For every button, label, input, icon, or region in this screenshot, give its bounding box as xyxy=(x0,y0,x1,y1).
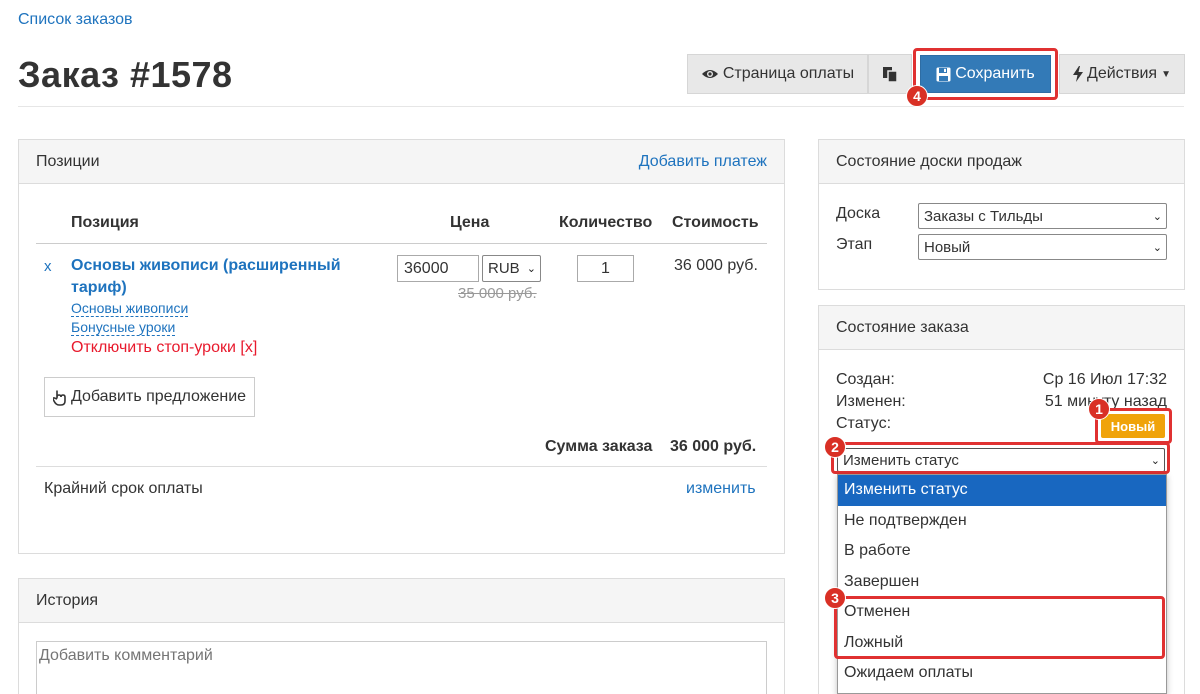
caret-down-icon: ▼ xyxy=(1161,68,1171,80)
marker-3: 3 xyxy=(824,587,846,609)
payment-deadline-label: Крайний срок оплаты xyxy=(44,480,203,497)
positions-panel-header: Позиции Добавить платеж xyxy=(19,140,784,184)
created-value: Ср 16 Июл 17:32 xyxy=(1042,371,1167,388)
currency-select[interactable]: RUB ⌄ xyxy=(482,255,541,282)
highlight-save xyxy=(913,48,1058,100)
marker-1: 1 xyxy=(1088,398,1110,420)
board-select[interactable]: Заказы с Тильды ⌄ xyxy=(918,203,1167,229)
highlight-status-select xyxy=(831,442,1170,474)
status-option[interactable]: Завершен xyxy=(838,567,1166,598)
stage-select[interactable]: Новый ⌄ xyxy=(918,234,1167,260)
highlight-cancel-options xyxy=(834,596,1165,659)
sum-divider xyxy=(36,466,767,467)
quantity-input[interactable]: 1 xyxy=(577,255,634,282)
status-label: Статус: xyxy=(836,415,892,432)
disable-stop-lessons-label: Отключить стоп-уроки xyxy=(71,339,236,356)
board-label: Доска xyxy=(836,205,881,222)
actions-label: Действия xyxy=(1086,65,1158,82)
remove-item-button[interactable]: x xyxy=(44,258,52,275)
item-sublink-basics[interactable]: Основы живописи xyxy=(71,300,189,317)
created-label: Создан: xyxy=(836,371,895,388)
item-name-link[interactable]: Основы живописи (расширенный тариф) xyxy=(71,255,361,299)
positions-title: Позиции xyxy=(36,152,100,170)
disable-stop-lessons[interactable]: Отключить стоп-уроки [x] xyxy=(71,339,257,357)
board-select-value: Заказы с Тильды xyxy=(924,207,1043,225)
order-state-panel-header: Состояние заказа xyxy=(819,306,1184,350)
hand-pointer-icon xyxy=(52,390,66,406)
breadcrumb-orders-list[interactable]: Список заказов xyxy=(18,11,133,29)
actions-dropdown-button[interactable]: Действия ▼ xyxy=(1059,54,1185,94)
title-divider xyxy=(18,106,1184,107)
disable-stop-lessons-x[interactable]: [x] xyxy=(240,339,257,356)
old-price: 35 000 руб. xyxy=(458,285,537,302)
payment-page-button[interactable]: Страница оплаты xyxy=(687,54,868,94)
chevron-down-icon: ⌄ xyxy=(1152,241,1162,254)
marker-4: 4 xyxy=(906,85,928,107)
currency-value: RUB xyxy=(488,260,520,277)
stage-select-value: Новый xyxy=(924,238,971,256)
status-option[interactable]: Ожидаем оплаты xyxy=(838,658,1166,689)
column-header-quantity: Количество xyxy=(559,214,653,231)
copy-icon xyxy=(883,66,898,83)
changed-label: Изменен: xyxy=(836,393,906,410)
payment-deadline-change-link[interactable]: изменить xyxy=(686,480,756,498)
payment-page-label: Страница оплаты xyxy=(722,65,855,82)
column-header-price: Цена xyxy=(450,214,490,231)
status-option[interactable]: Изменить статус xyxy=(838,475,1166,506)
eye-icon xyxy=(701,70,718,78)
add-payment-link[interactable]: Добавить платеж xyxy=(639,153,767,171)
column-header-position: Позиция xyxy=(71,214,139,231)
order-sum-value: 36 000 руб. xyxy=(670,438,757,455)
page-title: Заказ #1578 xyxy=(18,54,233,95)
stage-label: Этап xyxy=(836,236,873,253)
item-cost: 36 000 руб. xyxy=(674,257,758,274)
order-state-title: Состояние заказа xyxy=(836,318,969,336)
status-option[interactable]: Не подтвержден xyxy=(838,506,1166,537)
status-options-dropdown: Изменить статус Не подтвержден В работе … xyxy=(837,474,1167,694)
marker-2: 2 xyxy=(824,436,846,458)
add-offer-label: Добавить предложение xyxy=(70,388,247,405)
sales-board-title: Состояние доски продаж xyxy=(836,152,1022,170)
item-sublink-bonus[interactable]: Бонусные уроки xyxy=(71,319,176,336)
order-sum-label: Сумма заказа xyxy=(545,438,653,455)
column-header-cost: Стоимость xyxy=(672,214,759,231)
chevron-down-icon: ⌄ xyxy=(1152,210,1162,223)
status-option[interactable]: В работе xyxy=(838,536,1166,567)
history-title: История xyxy=(36,591,99,609)
comment-textarea[interactable] xyxy=(36,641,767,694)
sales-board-panel-header: Состояние доски продаж xyxy=(819,140,1184,184)
table-header-divider xyxy=(36,243,767,244)
price-input[interactable]: 36000 xyxy=(397,255,479,282)
lightning-icon xyxy=(1072,66,1083,82)
history-panel-header: История xyxy=(19,579,784,623)
add-offer-button[interactable]: Добавить предложение xyxy=(44,377,255,417)
chevron-down-icon: ⌄ xyxy=(526,263,536,275)
copy-button[interactable] xyxy=(868,54,912,94)
